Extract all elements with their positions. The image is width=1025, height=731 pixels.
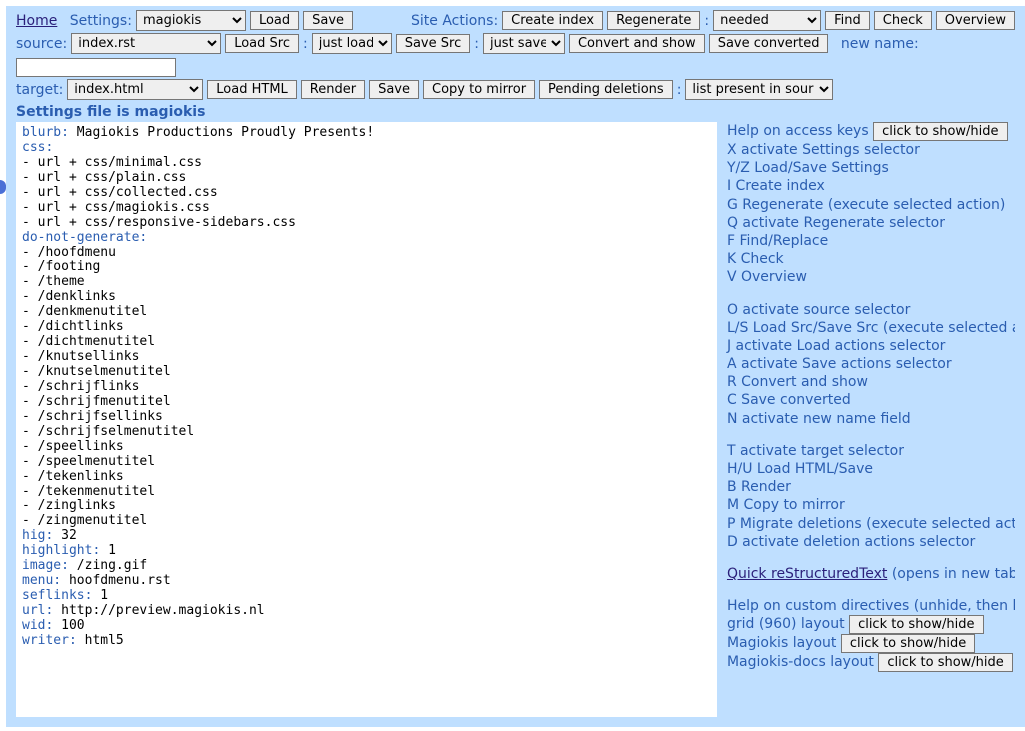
toggle-magiokis-docs-button[interactable]: click to show/hide	[878, 653, 1012, 672]
save-action-selector[interactable]: just save	[483, 33, 565, 54]
toolbar-row-2: source: index.rst Load Src : just load S…	[16, 33, 1015, 77]
settings-label: Settings:	[70, 13, 132, 29]
overview-button[interactable]: Overview	[936, 11, 1015, 30]
home-link[interactable]: Home	[16, 13, 57, 29]
help-line: F Find/Replace	[727, 232, 1015, 250]
colon-3: :	[474, 36, 479, 52]
regenerate-selector[interactable]: needed	[713, 10, 821, 31]
help-line: R Convert and show	[727, 373, 1015, 391]
toggle-access-keys-button[interactable]: click to show/hide	[873, 122, 1007, 141]
quick-rst-link[interactable]: Quick reStructuredText	[727, 566, 887, 582]
check-button[interactable]: Check	[874, 11, 932, 30]
help-line: Q activate Regenerate selector	[727, 214, 1015, 232]
help-line: T activate target selector	[727, 442, 1015, 460]
settings-file-title: Settings file is magiokis	[16, 104, 1015, 120]
help-line: D activate deletion actions selector	[727, 533, 1015, 551]
grid-layout-label: grid (960) layout	[727, 616, 845, 632]
help-line: X activate Settings selector	[727, 141, 1015, 159]
create-index-button[interactable]: Create index	[502, 11, 603, 30]
save-settings-button[interactable]: Save	[303, 11, 353, 30]
help-line: N activate new name field	[727, 410, 1015, 428]
help-line: I Create index	[727, 177, 1015, 195]
help-line: V Overview	[727, 268, 1015, 286]
source-label: source:	[16, 36, 67, 52]
magiokis-layout-label: Magiokis layout	[727, 635, 836, 651]
regenerate-button[interactable]: Regenerate	[607, 11, 700, 30]
save-target-button[interactable]: Save	[369, 80, 419, 99]
magiokis-docs-layout-label: Magiokis-docs layout	[727, 654, 874, 670]
colon-1: :	[704, 13, 709, 29]
toggle-grid-button[interactable]: click to show/hide	[849, 615, 983, 634]
new-name-field[interactable]	[16, 58, 176, 77]
save-src-button[interactable]: Save Src	[396, 34, 471, 53]
help-line: C Save converted	[727, 391, 1015, 409]
find-button[interactable]: Find	[825, 11, 870, 30]
target-selector[interactable]: index.html	[67, 79, 203, 100]
convert-show-button[interactable]: Convert and show	[569, 34, 705, 53]
help-line: M Copy to mirror	[727, 496, 1015, 514]
toggle-magiokis-button[interactable]: click to show/hide	[841, 634, 975, 653]
help-line: B Render	[727, 478, 1015, 496]
load-action-selector[interactable]: just load	[312, 33, 392, 54]
help-line: P Migrate deletions (execute selected ac…	[727, 515, 1015, 533]
copy-mirror-button[interactable]: Copy to mirror	[423, 80, 535, 99]
help-panel: Help on access keys click to show/hide X…	[723, 122, 1015, 672]
colon-2: :	[303, 36, 308, 52]
load-src-button[interactable]: Load Src	[225, 34, 299, 53]
colon-4: :	[677, 82, 682, 98]
toolbar-row-1: Home Settings: magiokis Load Save Site A…	[16, 10, 1015, 31]
settings-selector[interactable]: magiokis	[136, 10, 246, 31]
help-custom-directives: Help on custom directives (unhide, then …	[727, 597, 1015, 615]
render-button[interactable]: Render	[301, 80, 365, 99]
help-line: L/S Load Src/Save Src (execute selected …	[727, 319, 1015, 337]
settings-editor[interactable]: blurb: Magiokis Productions Proudly Pres…	[16, 122, 717, 717]
target-label: target:	[16, 82, 63, 98]
load-html-button[interactable]: Load HTML	[207, 80, 297, 99]
site-actions-label: Site Actions:	[411, 13, 498, 29]
help-line: J activate Load actions selector	[727, 337, 1015, 355]
load-settings-button[interactable]: Load	[250, 11, 299, 30]
help-line: A activate Save actions selector	[727, 355, 1015, 373]
help-line: Y/Z Load/Save Settings	[727, 159, 1015, 177]
source-selector[interactable]: index.rst	[71, 33, 221, 54]
toolbar-row-3: target: index.html Load HTML Render Save…	[16, 79, 1015, 100]
help-line: H/U Load HTML/Save	[727, 460, 1015, 478]
new-name-label: new name:	[841, 36, 919, 52]
help-access-keys-label: Help on access keys	[727, 123, 869, 139]
deletion-action-selector[interactable]: list present in source	[685, 79, 833, 100]
help-line: G Regenerate (execute selected action)	[727, 196, 1015, 214]
help-line: O activate source selector	[727, 301, 1015, 319]
pending-deletions-button[interactable]: Pending deletions	[539, 80, 673, 99]
save-converted-button[interactable]: Save converted	[709, 34, 829, 53]
quick-rst-note: (opens in new tab)	[887, 566, 1015, 582]
help-line: K Check	[727, 250, 1015, 268]
